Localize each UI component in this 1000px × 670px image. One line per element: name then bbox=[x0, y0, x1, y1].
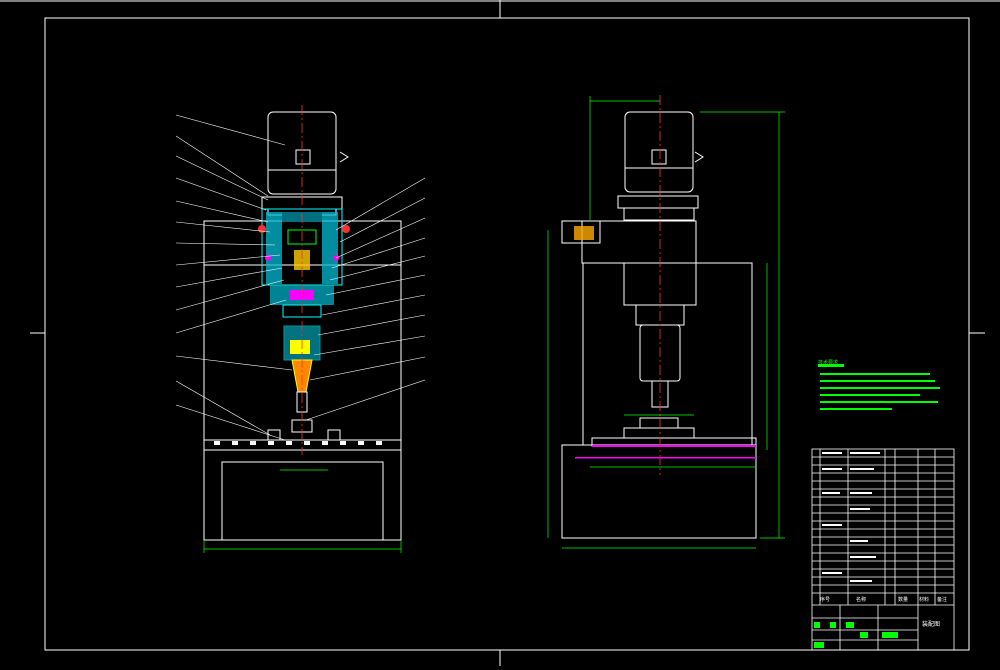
bom-row-text bbox=[822, 452, 880, 582]
front-view bbox=[175, 105, 426, 553]
bom-header-no: 序号 bbox=[820, 597, 831, 603]
side-view bbox=[547, 95, 940, 549]
bom-header-material: 材料 bbox=[919, 597, 930, 603]
sheet-border bbox=[0, 0, 1000, 666]
bom-header-name: 名称 bbox=[856, 597, 867, 603]
bom-header-remarks: 备注 bbox=[937, 597, 948, 603]
technical-requirements-heading: 技术要求 bbox=[818, 360, 839, 366]
drawing-sheet: 序号 名称 数量 材料 备注 装配图 技术要求 bbox=[0, 0, 1000, 666]
cad-drawing bbox=[0, 0, 1000, 666]
bom-header-qty: 数量 bbox=[898, 597, 909, 603]
drawing-title: 装配图 bbox=[922, 621, 941, 628]
